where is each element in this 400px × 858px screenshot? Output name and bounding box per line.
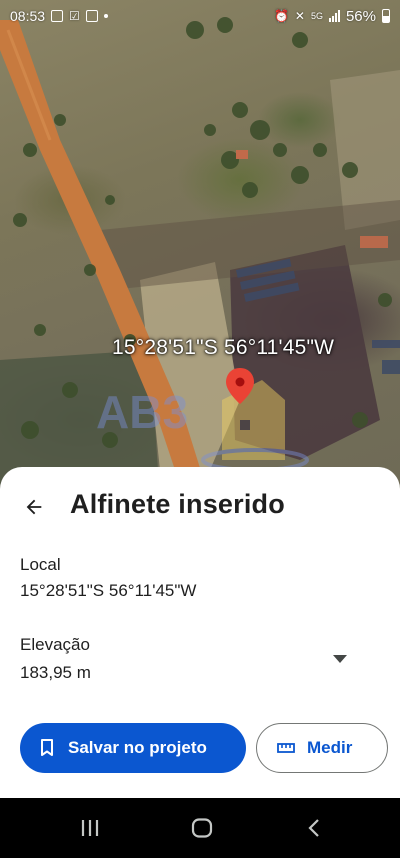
measure-button[interactable]: Medir [256, 723, 388, 773]
map-imagery: AB3 [0, 17, 400, 500]
status-time: 08:53 [10, 8, 46, 24]
save-to-project-label: Salvar no projeto [68, 738, 207, 757]
caret-down-icon [333, 655, 347, 663]
battery-percent: 56% [345, 7, 376, 25]
elevation-value: 183,95 m [20, 663, 91, 682]
alarm-icon: ⏰ [273, 9, 289, 23]
location-value: 15°28'51"S 56°11'45"W [20, 581, 197, 600]
battery-icon [382, 9, 390, 23]
dot-icon [103, 14, 108, 18]
nav-back-button[interactable] [294, 812, 334, 844]
sheet-header: Alfinete inserido [0, 483, 400, 527]
signal-icon [328, 10, 340, 22]
system-nav-bar [0, 798, 400, 858]
location-label: Local [20, 555, 61, 574]
save-to-project-button[interactable]: Salvar no projeto [20, 723, 246, 773]
elevation-expand-button[interactable] [322, 643, 358, 675]
mute-icon: ✕ [294, 9, 305, 23]
recents-icon [81, 820, 99, 836]
coordinate-overlay: 15°28'51"S 56°11'45"W [112, 336, 335, 359]
pin-details-sheet: Alfinete inserido Local 15°28'51"S 56°11… [0, 467, 400, 798]
check-icon: ☑ [69, 9, 80, 23]
calendar-icon [85, 10, 98, 22]
measure-label: Medir [307, 738, 353, 757]
back-button[interactable] [14, 487, 54, 527]
network-type: 5G [310, 11, 323, 21]
recents-button[interactable] [70, 812, 110, 844]
sheet-title: Alfinete inserido [70, 489, 285, 519]
back-icon [308, 819, 319, 837]
watermark-text: AB3 [96, 386, 188, 438]
arrow-back-icon [26, 499, 42, 515]
home-button[interactable] [182, 812, 222, 844]
satellite-map[interactable]: AB3 15°28'51"S 56°11'45"W [0, 0, 400, 500]
status-bar: 08:53 ☑ ⏰ ✕ 5G 56% [0, 0, 400, 32]
image-icon [51, 10, 64, 22]
elevation-label: Elevação [20, 635, 90, 654]
bookmark-icon [40, 739, 54, 757]
home-icon [191, 818, 213, 838]
ruler-icon [277, 743, 295, 753]
